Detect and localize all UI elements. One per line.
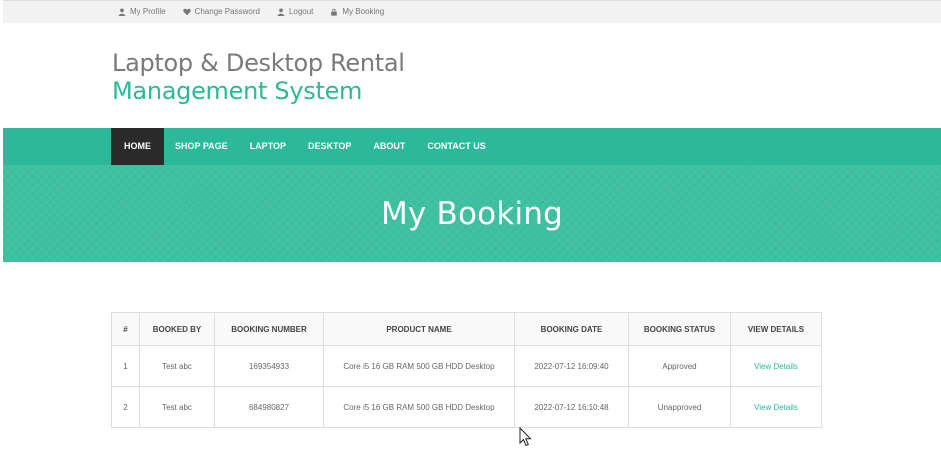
page-banner: My Booking xyxy=(3,165,941,262)
booking-table-container: # Booked By Booking Number Product Name … xyxy=(111,312,822,428)
my-profile-label: My Profile xyxy=(130,7,166,16)
page-title: My Booking xyxy=(380,196,564,232)
table-row: 2 Test abc 684980827 Core i5 16 GB RAM 5… xyxy=(111,386,822,428)
column-header-booked-by: Booked By xyxy=(139,312,215,346)
change-password-label: Change Password xyxy=(194,7,260,16)
my-booking-link[interactable]: My Booking xyxy=(330,7,384,16)
nav-item-about[interactable]: About xyxy=(362,128,416,165)
column-header-booking-status: Booking Status xyxy=(628,312,731,346)
mouse-cursor-icon xyxy=(519,427,532,447)
logout-label: Logout xyxy=(288,7,314,16)
column-header-booking-number: Booking Number xyxy=(214,312,324,346)
my-profile-link[interactable]: My Profile xyxy=(118,7,166,16)
user-icon xyxy=(277,8,285,16)
nav-item-contact-us[interactable]: Contact Us xyxy=(416,128,496,165)
user-icon xyxy=(118,8,126,16)
nav-item-laptop[interactable]: Laptop xyxy=(239,128,297,165)
booking-date-cell: 2022-07-12 16:09:40 xyxy=(514,345,629,387)
nav-item-home[interactable]: Home xyxy=(111,128,164,165)
column-header-view-details: View Details xyxy=(730,312,822,346)
view-details-link[interactable]: View Details xyxy=(754,403,798,412)
booking-status-cell: Unapproved xyxy=(628,386,731,428)
main-nav: Home Shop Page Laptop Desktop About Cont… xyxy=(3,128,941,165)
booking-number-cell: 684980827 xyxy=(214,386,324,428)
nav-item-shop-page[interactable]: Shop Page xyxy=(164,128,239,165)
site-logo[interactable]: Laptop & Desktop Rental Management Syste… xyxy=(112,49,405,105)
logout-link[interactable]: Logout xyxy=(277,7,313,16)
column-header-product-name: Product Name xyxy=(323,312,515,346)
nav-item-desktop[interactable]: Desktop xyxy=(297,128,362,165)
row-number: 1 xyxy=(111,345,140,387)
booked-by-cell: Test abc xyxy=(139,386,215,428)
logo-line-2: Management System xyxy=(112,77,363,105)
row-number: 2 xyxy=(111,386,140,428)
booking-number-cell: 169354933 xyxy=(214,345,324,387)
change-password-link[interactable]: Change Password xyxy=(182,7,260,16)
logo-line-1: Laptop & Desktop Rental xyxy=(112,49,405,77)
table-row: 1 Test abc 169354933 Core i5 16 GB RAM 5… xyxy=(111,345,822,387)
column-header-number: # xyxy=(111,312,140,346)
booking-status-cell: Approved xyxy=(628,345,731,387)
product-name-cell: Core i5 16 GB RAM 500 GB HDD Desktop xyxy=(323,386,515,428)
product-name-cell: Core i5 16 GB RAM 500 GB HDD Desktop xyxy=(323,345,515,387)
my-booking-label: My Booking xyxy=(342,7,385,16)
account-links: My Profile Change Password Logout My Boo… xyxy=(118,7,401,16)
top-bar: My Profile Change Password Logout My Boo… xyxy=(3,0,941,23)
column-header-booking-date: Booking Date xyxy=(514,312,629,346)
view-details-cell: View Details xyxy=(730,386,822,428)
booked-by-cell: Test abc xyxy=(139,345,215,387)
view-details-link[interactable]: View Details xyxy=(754,362,798,371)
heart-icon xyxy=(182,8,191,15)
table-header-row: # Booked By Booking Number Product Name … xyxy=(111,312,822,346)
lock-icon xyxy=(331,8,338,16)
view-details-cell: View Details xyxy=(730,345,822,387)
booking-date-cell: 2022-07-12 16:10:48 xyxy=(514,386,629,428)
booking-table: # Booked By Booking Number Product Name … xyxy=(111,312,822,428)
